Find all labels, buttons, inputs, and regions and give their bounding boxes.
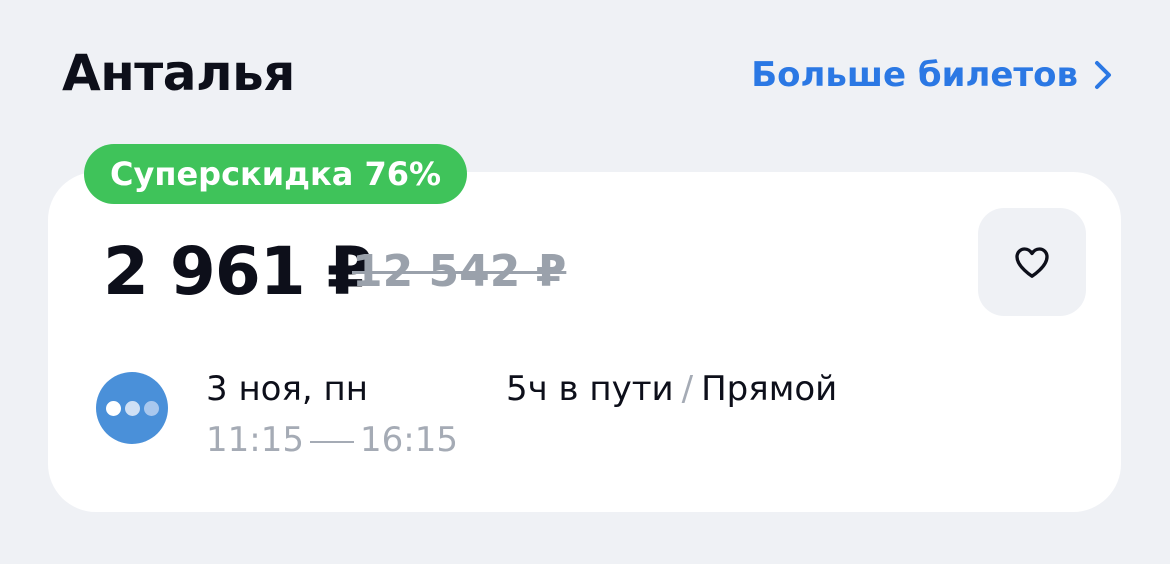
depart-time: 11:15 xyxy=(206,420,304,460)
screen: Анталья Больше билетов Суперскидка 76% 2… xyxy=(0,0,1170,564)
current-price: 2 961 ₽ xyxy=(103,233,373,310)
logo-dot xyxy=(124,400,140,416)
discount-badge: Суперскидка 76% xyxy=(84,144,468,204)
airline-dots-logo xyxy=(96,372,168,444)
heart-outline-icon xyxy=(1015,247,1049,278)
more-tickets-label: Больше билетов xyxy=(751,55,1078,95)
flight-date: 3 ноя, пн xyxy=(206,369,368,409)
duration-text: 5ч в пути xyxy=(506,369,674,409)
city-title: Анталья xyxy=(62,44,295,102)
old-price: 12 542 ₽ xyxy=(352,246,567,297)
flight-duration: 5ч в пути / Прямой xyxy=(506,366,837,412)
arrive-time: 16:15 xyxy=(359,420,458,460)
stops-text: Прямой xyxy=(701,369,838,409)
logo-dot xyxy=(143,400,159,416)
duration-separator: / xyxy=(681,369,694,409)
flight-times: 11:15 16:15 xyxy=(206,417,458,463)
logo-dot xyxy=(105,400,121,416)
more-tickets-link[interactable]: Больше билетов xyxy=(751,52,1114,98)
chevron-right-icon xyxy=(1095,61,1111,89)
favorite-button[interactable] xyxy=(978,208,1086,316)
time-dash xyxy=(309,440,354,443)
